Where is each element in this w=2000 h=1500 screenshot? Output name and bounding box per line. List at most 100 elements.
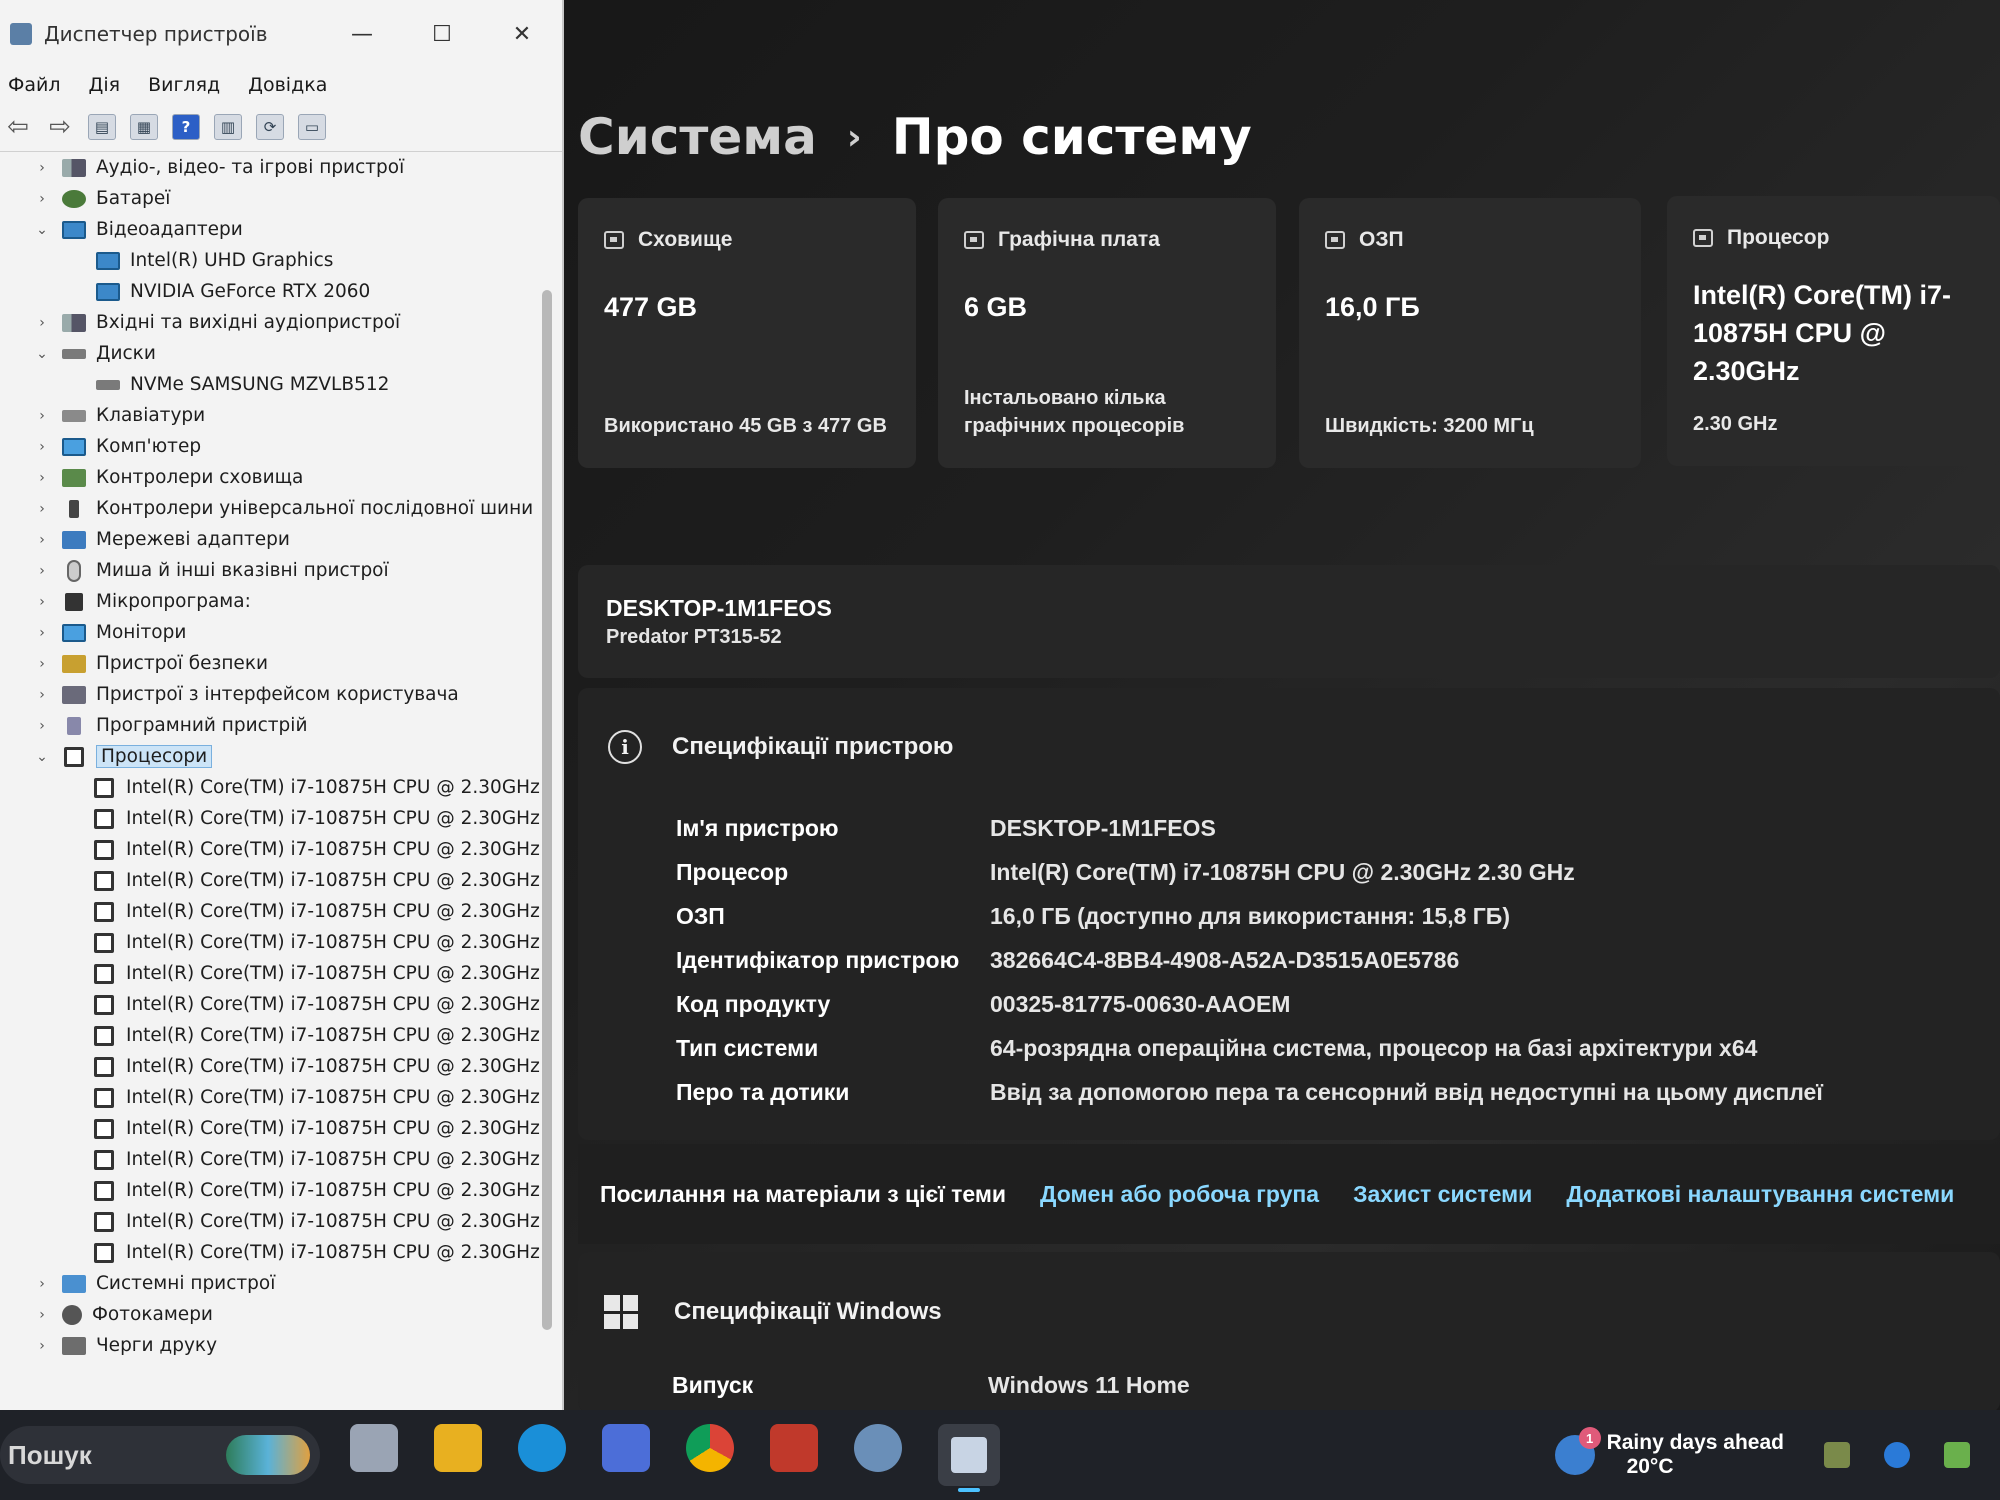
chevron-right-icon[interactable]: › bbox=[34, 501, 50, 517]
link-advanced-system-settings[interactable]: Додаткові налаштування системи bbox=[1566, 1181, 1954, 1208]
chevron-down-icon[interactable]: ⌄ bbox=[34, 222, 50, 238]
card-graphics[interactable]: Графічна плата 6 GB Інстальовано кілька … bbox=[938, 198, 1276, 468]
chevron-right-icon[interactable]: › bbox=[34, 470, 50, 486]
menu-help[interactable]: Довідка bbox=[248, 74, 327, 96]
tree-item-device[interactable]: Intel(R) Core(TM) i7-10875H CPU @ 2.30GH… bbox=[0, 958, 540, 989]
tree-item-device[interactable]: Intel(R) Core(TM) i7-10875H CPU @ 2.30GH… bbox=[0, 896, 540, 927]
minimize-button[interactable]: — bbox=[322, 22, 402, 47]
tree-item-device[interactable]: Intel(R) Core(TM) i7-10875H CPU @ 2.30GH… bbox=[0, 1175, 540, 1206]
card-ram[interactable]: ОЗП 16,0 ГБ Швидкість: 3200 МГц bbox=[1299, 198, 1641, 468]
tray-app-icon[interactable] bbox=[1944, 1442, 1970, 1468]
tree-item-device[interactable]: NVMe SAMSUNG MZVLB512 bbox=[0, 369, 540, 400]
chevron-right-icon[interactable]: › bbox=[34, 656, 50, 672]
tree-item-device[interactable]: Intel(R) Core(TM) i7-10875H CPU @ 2.30GH… bbox=[0, 834, 540, 865]
tree-item-device[interactable]: Intel(R) Core(TM) i7-10875H CPU @ 2.30GH… bbox=[0, 1144, 540, 1175]
tree-item-category[interactable]: › Черги друку bbox=[0, 1330, 540, 1361]
task-view-icon[interactable] bbox=[350, 1424, 398, 1472]
tree-item-category[interactable]: › Аудіо-, відео- та ігрові пристрої bbox=[0, 152, 540, 183]
tree-item-category[interactable]: › Мікропрограма: bbox=[0, 586, 540, 617]
tree-item-category[interactable]: › Пристрої з інтерфейсом користувача bbox=[0, 679, 540, 710]
store-icon[interactable] bbox=[602, 1424, 650, 1472]
weather-widget[interactable]: 1 Rainy days ahead 20°C bbox=[1554, 1427, 1784, 1479]
maximize-button[interactable]: ☐ bbox=[402, 22, 482, 47]
chevron-right-icon[interactable]: › bbox=[34, 594, 50, 610]
tree-item-device[interactable]: Intel(R) Core(TM) i7-10875H CPU @ 2.30GH… bbox=[0, 1206, 540, 1237]
chevron-right-icon[interactable]: › bbox=[34, 532, 50, 548]
tree-item-category[interactable]: › Програмний пристрій bbox=[0, 710, 540, 741]
game-app-icon[interactable] bbox=[770, 1424, 818, 1472]
tree-item-category[interactable]: › Пристрої безпеки bbox=[0, 648, 540, 679]
spec-value[interactable]: Intel(R) Core(TM) i7-10875H CPU @ 2.30GH… bbox=[990, 859, 1575, 886]
tree-item-device[interactable]: Intel(R) Core(TM) i7-10875H CPU @ 2.30GH… bbox=[0, 1051, 540, 1082]
link-system-protection[interactable]: Захист системи bbox=[1353, 1181, 1532, 1208]
properties-icon[interactable]: ▦ bbox=[130, 113, 158, 140]
forward-arrow-icon[interactable]: ⇨ bbox=[46, 112, 74, 142]
edge-icon[interactable] bbox=[518, 1424, 566, 1472]
device-specifications-header[interactable]: i Специфікації пристрою bbox=[578, 688, 2000, 806]
tree-item-device[interactable]: NVIDIA GeForce RTX 2060 bbox=[0, 276, 540, 307]
help-icon[interactable]: ? bbox=[172, 113, 200, 140]
bluetooth-icon[interactable] bbox=[1884, 1442, 1910, 1468]
back-arrow-icon[interactable]: ⇦ bbox=[4, 112, 32, 142]
chevron-right-icon[interactable]: › bbox=[34, 315, 50, 331]
tree-item-category[interactable]: › Контролери універсальної послідовної ши… bbox=[0, 493, 540, 524]
chevron-right-icon[interactable]: › bbox=[34, 191, 50, 207]
tree-item-category[interactable]: ⌄ Диски bbox=[0, 338, 540, 369]
tree-item-category[interactable]: › Монітори bbox=[0, 617, 540, 648]
spec-value[interactable]: Ввід за допомогою пера та сенсорний ввід… bbox=[990, 1079, 1823, 1106]
chevron-right-icon[interactable]: › bbox=[34, 1338, 50, 1354]
console-tree-icon[interactable]: ▤ bbox=[88, 113, 116, 140]
spec-value[interactable]: 00325-81775-00630-AAOEM bbox=[990, 991, 1290, 1018]
chevron-down-icon[interactable]: ⌄ bbox=[34, 749, 50, 765]
tree-item-category[interactable]: › Мережеві адаптери bbox=[0, 524, 540, 555]
chevron-down-icon[interactable]: ⌄ bbox=[34, 346, 50, 362]
tree-item-category[interactable]: ⌄ Відеоадаптери bbox=[0, 214, 540, 245]
tree-item-device[interactable]: Intel(R) Core(TM) i7-10875H CPU @ 2.30GH… bbox=[0, 865, 540, 896]
tree-item-device[interactable]: Intel(R) Core(TM) i7-10875H CPU @ 2.30GH… bbox=[0, 1237, 540, 1268]
tree-item-category[interactable]: › Фотокамери bbox=[0, 1299, 540, 1330]
card-processor[interactable]: Процесор Intel(R) Core(TM) i7-10875H CPU… bbox=[1667, 196, 2000, 466]
chevron-right-icon[interactable]: › bbox=[34, 625, 50, 641]
tree-item-device[interactable]: Intel(R) Core(TM) i7-10875H CPU @ 2.30GH… bbox=[0, 1082, 540, 1113]
search-box[interactable]: Пошук bbox=[0, 1426, 320, 1484]
chevron-right-icon[interactable]: › bbox=[34, 563, 50, 579]
tree-item-category[interactable]: › Системні пристрої bbox=[0, 1268, 540, 1299]
tree-item-device[interactable]: Intel(R) Core(TM) i7-10875H CPU @ 2.30GH… bbox=[0, 1020, 540, 1051]
chevron-right-icon[interactable]: › bbox=[34, 1307, 50, 1323]
chevron-right-icon[interactable]: › bbox=[34, 439, 50, 455]
tree-item-category[interactable]: › Вхідні та вихідні аудіопристрої bbox=[0, 307, 540, 338]
tree-item-category[interactable]: › Миша й інші вказівні пристрої bbox=[0, 555, 540, 586]
menu-file[interactable]: Файл bbox=[8, 74, 61, 96]
spec-value[interactable]: DESKTOP-1M1FEOS bbox=[990, 815, 1216, 842]
tree-item-category[interactable]: › Батареї bbox=[0, 183, 540, 214]
settings-icon[interactable] bbox=[854, 1424, 902, 1472]
spec-value[interactable]: 64-розрядна операційна система, процесор… bbox=[990, 1035, 1757, 1062]
tree-item-category[interactable]: › Клавіатури bbox=[0, 400, 540, 431]
chevron-right-icon[interactable]: › bbox=[34, 408, 50, 424]
menu-view[interactable]: Вигляд bbox=[148, 74, 220, 96]
title-bar[interactable]: Диспетчер пристроїв — ☐ ✕ bbox=[0, 0, 562, 68]
scrollbar[interactable] bbox=[542, 290, 552, 1330]
tree-item-category[interactable]: ⌄ Процесори bbox=[0, 741, 540, 772]
spec-value[interactable]: 382664C4-8BB4-4908-A52A-D3515A0E5786 bbox=[990, 947, 1459, 974]
tree-item-device[interactable]: Intel(R) Core(TM) i7-10875H CPU @ 2.30GH… bbox=[0, 803, 540, 834]
monitor-icon[interactable]: ▭ bbox=[298, 113, 326, 140]
tree-item-device[interactable]: Intel(R) Core(TM) i7-10875H CPU @ 2.30GH… bbox=[0, 1113, 540, 1144]
tree-item-category[interactable]: › Контролери сховища bbox=[0, 462, 540, 493]
scan-hardware-icon[interactable]: ⟳ bbox=[256, 113, 284, 140]
tree-item-device[interactable]: Intel(R) UHD Graphics bbox=[0, 245, 540, 276]
tray-app-icon[interactable] bbox=[1824, 1442, 1850, 1468]
close-button[interactable]: ✕ bbox=[482, 22, 562, 47]
tree-item-device[interactable]: Intel(R) Core(TM) i7-10875H CPU @ 2.30GH… bbox=[0, 927, 540, 958]
menu-action[interactable]: Дія bbox=[89, 74, 121, 96]
card-storage[interactable]: Сховище 477 GB Використано 45 GB з 477 G… bbox=[578, 198, 916, 468]
chevron-right-icon[interactable]: › bbox=[34, 718, 50, 734]
windows-specifications-header[interactable]: Специфікації Windows bbox=[578, 1252, 2000, 1372]
view-icon[interactable]: ▥ bbox=[214, 113, 242, 140]
file-explorer-icon[interactable] bbox=[434, 1424, 482, 1472]
link-domain-workgroup[interactable]: Домен або робоча група bbox=[1040, 1181, 1319, 1208]
chevron-right-icon[interactable]: › bbox=[34, 687, 50, 703]
tree-item-device[interactable]: Intel(R) Core(TM) i7-10875H CPU @ 2.30GH… bbox=[0, 989, 540, 1020]
spec-value[interactable]: 16,0 ГБ (доступно для використання: 15,8… bbox=[990, 903, 1510, 930]
chevron-right-icon[interactable]: › bbox=[34, 160, 50, 176]
